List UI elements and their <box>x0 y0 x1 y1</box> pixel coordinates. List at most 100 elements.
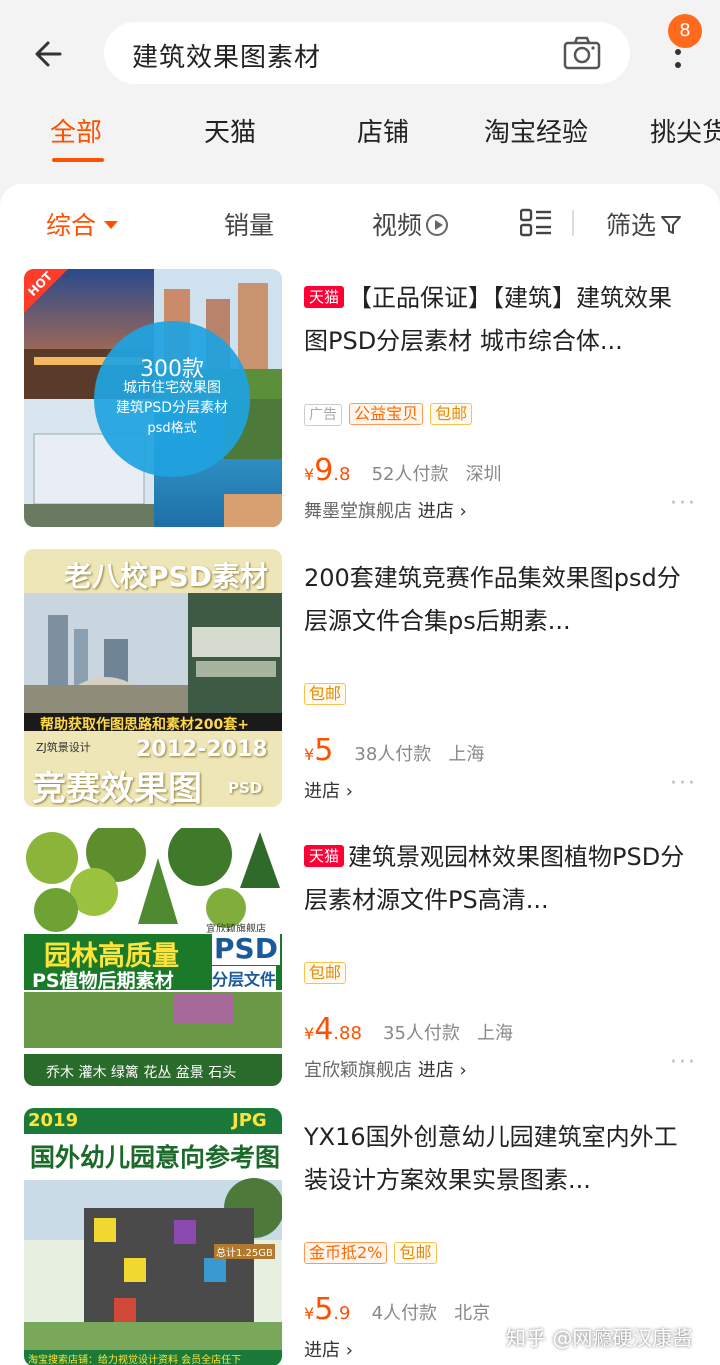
notification-badge: 8 <box>668 14 702 48</box>
product-tags: 包邮 <box>304 962 348 986</box>
image-header: 老八校PSD素材 <box>64 560 268 593</box>
product-image-overlay: HOT 300款 城市住宅效果图 建筑PSD分层素材 psd格式 <box>24 269 282 527</box>
back-arrow-icon[interactable] <box>30 34 70 74</box>
sales-count: 4人付款 <box>371 1303 438 1324</box>
image-format: JPG <box>232 1110 267 1131</box>
more-options-icon[interactable]: ··· <box>670 491 697 516</box>
product-image[interactable]: HOT 300款 城市住宅效果图 建筑PSD分层素材 psd格式 <box>24 269 282 527</box>
image-psd: PSD <box>212 932 280 965</box>
search-input[interactable]: 建筑效果图素材 <box>104 22 630 84</box>
currency-symbol: ¥ <box>304 465 315 484</box>
image-footer: 淘宝搜索店铺：给力视觉设计资料 会员全店任下 <box>28 1355 242 1365</box>
image-bottom-text: 乔木 灌木 绿篱 花丛 盆景 石头 <box>46 1065 237 1081</box>
filter-label: 筛选 <box>606 211 657 240</box>
shop-link[interactable]: 进店 › <box>304 777 353 803</box>
product-title[interactable]: 天猫 建筑景观园林效果图植物PSD分层素材源文件PS高清... <box>304 836 694 922</box>
free-shipping-tag: 包邮 <box>304 683 347 705</box>
image-line3: psd格式 <box>147 421 197 436</box>
sort-comprehensive[interactable]: 综合 <box>46 206 119 242</box>
tab-tmall[interactable]: 天猫 <box>204 112 256 149</box>
enter-shop: 进店 <box>417 1060 454 1081</box>
product-title[interactable]: 天猫 【正品保证】【建筑】建筑效果图PSD分层素材 城市综合体... <box>304 277 694 363</box>
sort-video[interactable]: 视频 <box>372 206 449 242</box>
price-integer: 9 <box>314 453 334 488</box>
product-image[interactable]: 宜欣颖旗舰店 园林高质量 PS植物后期素材 PSD 分层文件 乔木 灌木 绿篱 … <box>24 828 282 1086</box>
product-image-overlay: 2019 JPG 国外幼儿园意向参考图 总计1.25GB 淘宝搜索店铺：给力视觉… <box>24 1108 282 1365</box>
category-tabs: 全部 天猫 店铺 淘宝经验 挑尖货 <box>0 100 720 170</box>
free-shipping-tag: 包邮 <box>304 962 347 984</box>
currency-symbol: ¥ <box>304 1304 315 1323</box>
product-title-text: YX16国外创意幼儿园建筑室内外工装设计方案效果实景图素... <box>304 1123 678 1194</box>
chevron-right-icon: › <box>453 501 467 522</box>
tab-all[interactable]: 全部 <box>50 112 102 149</box>
free-shipping-tag: 包邮 <box>394 1242 437 1264</box>
shop-link[interactable]: 宜欣颖旗舰店 进店 › <box>304 1056 467 1082</box>
sort-bar: 综合 销量 视频 筛选 <box>0 184 720 260</box>
camera-icon[interactable] <box>562 35 602 71</box>
sort-comprehensive-label: 综合 <box>46 211 97 240</box>
tab-shops[interactable]: 店铺 <box>357 112 409 149</box>
price-integer: 5 <box>314 1292 334 1327</box>
price-integer: 5 <box>314 733 334 768</box>
product-image-overlay: 老八校PSD素材 帮助获取作图思路和素材200套+ ZJ筑景设计 2012-20… <box>24 549 282 807</box>
product-tags: 广告 公益宝贝 包邮 <box>304 403 474 427</box>
chevron-right-icon: › <box>340 1340 353 1361</box>
price-line: ¥4.88 35人付款 上海 <box>304 1012 513 1047</box>
image-year: 2019 <box>28 1110 79 1131</box>
price-decimal: .8 <box>333 464 351 485</box>
currency-symbol: ¥ <box>304 1024 315 1043</box>
product-item[interactable]: 老八校PSD素材 帮助获取作图思路和素材200套+ ZJ筑景设计 2012-20… <box>0 549 720 829</box>
active-tab-indicator <box>52 158 104 162</box>
ad-tag: 广告 <box>304 404 342 426</box>
price-line: ¥9.8 52人付款 深圳 <box>304 453 502 488</box>
product-image[interactable]: 老八校PSD素材 帮助获取作图思路和素材200套+ ZJ筑景设计 2012-20… <box>24 549 282 807</box>
product-title[interactable]: YX16国外创意幼儿园建筑室内外工装设计方案效果实景图素... <box>304 1116 694 1202</box>
currency-symbol: ¥ <box>304 745 315 764</box>
location: 深圳 <box>465 464 502 485</box>
tmall-badge: 天猫 <box>304 845 345 867</box>
play-icon <box>426 214 449 236</box>
product-info: 天猫 建筑景观园林效果图植物PSD分层素材源文件PS高清... 包邮 ¥4.88 … <box>304 836 694 1081</box>
watermark: 知乎 @网瘾硬汉康酱 <box>506 1326 693 1350</box>
sort-divider <box>572 210 574 236</box>
filter-icon <box>661 216 682 234</box>
location: 北京 <box>454 1303 491 1324</box>
product-title-text: 200套建筑竞赛作品集效果图psd分层源文件合集ps后期素... <box>304 564 681 635</box>
price-line: ¥5 38人付款 上海 <box>304 733 484 768</box>
price-integer: 4 <box>314 1012 334 1047</box>
image-big-text: 竞赛效果图 <box>32 769 202 807</box>
sales-count: 35人付款 <box>383 1023 460 1044</box>
tab-experience[interactable]: 淘宝经验 <box>484 112 588 149</box>
product-item[interactable]: HOT 300款 城市住宅效果图 建筑PSD分层素材 psd格式 天猫 【正品保证… <box>0 269 720 549</box>
product-image-overlay: 宜欣颖旗舰店 园林高质量 PS植物后期素材 PSD 分层文件 乔木 灌木 绿篱 … <box>24 828 282 1086</box>
price-line: ¥5.9 4人付款 北京 <box>304 1292 490 1327</box>
product-image[interactable]: 2019 JPG 国外幼儿园意向参考图 总计1.25GB 淘宝搜索店铺：给力视觉… <box>24 1108 282 1365</box>
product-title[interactable]: 200套建筑竞赛作品集效果图psd分层源文件合集ps后期素... <box>304 557 694 643</box>
search-query: 建筑效果图素材 <box>132 43 322 73</box>
image-line1: 城市住宅效果图 <box>123 380 221 396</box>
more-options-icon[interactable]: ··· <box>670 771 697 796</box>
image-line2: 建筑PSD分层素材 <box>115 400 229 416</box>
location: 上海 <box>477 1023 514 1044</box>
product-title-text: 【正品保证】【建筑】建筑效果图PSD分层素材 城市综合体... <box>304 284 673 355</box>
filter-button[interactable]: 筛选 <box>606 206 682 242</box>
location: 上海 <box>448 744 485 765</box>
shop-link[interactable]: 进店 › <box>304 1336 353 1362</box>
sort-sales[interactable]: 销量 <box>224 206 274 242</box>
product-item[interactable]: 宜欣颖旗舰店 园林高质量 PS植物后期素材 PSD 分层文件 乔木 灌木 绿篱 … <box>0 828 720 1108</box>
tab-picks[interactable]: 挑尖货 <box>650 112 720 149</box>
shop-link[interactable]: 舞墨堂旗舰店 进店 › <box>304 497 467 523</box>
image-layers: 分层文件 <box>212 966 277 990</box>
product-tags: 包邮 <box>304 683 348 707</box>
product-info: 200套建筑竞赛作品集效果图psd分层源文件合集ps后期素... 包邮 ¥5 3… <box>304 557 694 802</box>
image-size: 总计1.25GB <box>214 1244 275 1259</box>
chevron-right-icon: › <box>453 1060 467 1081</box>
image-sub-text: PS植物后期素材 <box>32 970 174 992</box>
more-options-icon[interactable]: ··· <box>670 1050 697 1075</box>
product-info: 天猫 【正品保证】【建筑】建筑效果图PSD分层素材 城市综合体... 广告 公益宝… <box>304 277 694 522</box>
hot-label: HOT <box>25 269 56 300</box>
product-info: YX16国外创意幼儿园建筑室内外工装设计方案效果实景图素... 金币抵2% 包邮… <box>304 1116 694 1361</box>
list-view-icon[interactable] <box>520 208 552 238</box>
image-main-text: 国外幼儿园意向参考图 <box>30 1143 281 1172</box>
enter-shop: 进店 <box>304 1340 340 1361</box>
